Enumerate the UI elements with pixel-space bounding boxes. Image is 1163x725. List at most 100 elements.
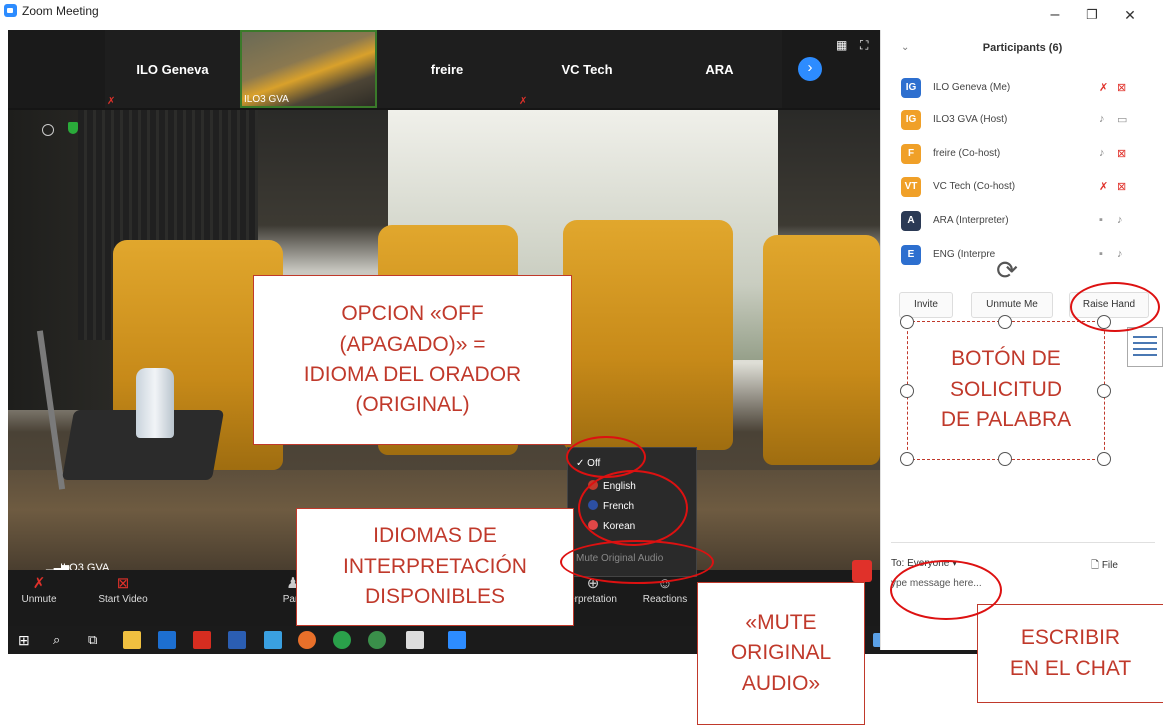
- rotate-handle-icon[interactable]: ⟳: [990, 255, 1024, 289]
- participant-name: VC Tech (Co-host): [933, 181, 1016, 192]
- unmute-button[interactable]: ✗ Unmute: [8, 574, 84, 605]
- highlight-circle: [1070, 282, 1160, 332]
- participant-row[interactable]: E ENG (Interpre ▪ ♪: [901, 245, 1151, 267]
- title-bar: Zoom Meeting – ❐ ✕: [0, 0, 1163, 30]
- participant-row[interactable]: IG ILO Geneva (Me) ✗ ⊠: [901, 78, 1151, 100]
- resize-handle[interactable]: [998, 315, 1012, 329]
- video-off-icon: ⊠: [116, 575, 130, 592]
- video-off-icon: ⊠: [1117, 181, 1127, 193]
- thumbnail-ilo-geneva[interactable]: ILO Geneva ✗: [105, 30, 240, 108]
- avatar: A: [901, 211, 921, 231]
- mic-muted-icon: ✗: [32, 575, 46, 592]
- next-page-icon[interactable]: ›: [798, 57, 822, 81]
- mic-muted-icon: ✗: [1099, 181, 1109, 193]
- start-video-button[interactable]: ⊠ Start Video: [78, 574, 168, 605]
- thumbnail-name: ARA: [705, 62, 734, 77]
- mic-icon: ♪: [1117, 214, 1123, 226]
- word-icon[interactable]: [228, 631, 246, 649]
- close-button[interactable]: ✕: [1115, 4, 1145, 26]
- mic-icon: ♪: [1117, 248, 1123, 260]
- info-icon[interactable]: [42, 124, 54, 136]
- avatar: F: [901, 144, 921, 164]
- gallery-view-icon[interactable]: ▦: [836, 38, 847, 52]
- start-video-label: Start Video: [98, 594, 148, 605]
- mic-muted-icon: ✗: [107, 96, 116, 107]
- avatar: IG: [901, 78, 921, 98]
- participant-name: ENG (Interpre: [933, 249, 996, 260]
- participant-name: freire (Co-host): [933, 148, 1001, 159]
- highlight-circle: [560, 540, 714, 584]
- zoom-logo-icon: [4, 4, 17, 17]
- thumbnail-name: VC Tech: [561, 62, 613, 77]
- end-meeting-button[interactable]: [852, 560, 872, 582]
- resize-handle[interactable]: [998, 452, 1012, 466]
- avatar: E: [901, 245, 921, 265]
- chat-file-label: File: [1101, 560, 1118, 571]
- outlook-icon[interactable]: [158, 631, 176, 649]
- thumbnail-freire[interactable]: freire: [377, 30, 517, 108]
- video-water-bottle: [136, 368, 174, 438]
- resize-handle[interactable]: [1097, 384, 1111, 398]
- app-icon[interactable]: [406, 631, 424, 649]
- windows-start-icon[interactable]: ⊞: [18, 631, 36, 649]
- participant-name: ILO Geneva (Me): [933, 82, 1011, 93]
- annotation-raise-hand: BOTÓN DE SOLICITUD DE PALABRA: [940, 347, 1072, 432]
- resize-handle[interactable]: [900, 315, 914, 329]
- thumbnail-ilo3-gva[interactable]: ILO3 GVA: [240, 30, 377, 108]
- annotation-languages: IDIOMAS DE INTERPRETACIÓN DISPONIBLES: [296, 508, 574, 626]
- thumbnail-label: ILO3 GVA: [244, 94, 289, 105]
- file-explorer-icon[interactable]: [123, 631, 141, 649]
- interpretation-label: erpretation: [569, 594, 617, 605]
- mic-muted-icon: ✗: [1099, 82, 1109, 94]
- thumbnail-name: ILO Geneva: [136, 62, 209, 77]
- fullscreen-icon[interactable]: ⛶: [860, 38, 868, 53]
- video-off-icon: ⊠: [1117, 82, 1127, 94]
- file-icon: 🗋: [1091, 560, 1100, 571]
- edge-icon[interactable]: [264, 631, 282, 649]
- participant-name: ARA (Interpreter): [933, 215, 1009, 226]
- unmute-me-button[interactable]: Unmute Me: [971, 292, 1053, 318]
- mic-muted-icon: ✗: [519, 96, 528, 107]
- layout-options-icon[interactable]: [1127, 327, 1163, 367]
- search-icon[interactable]: ⌕: [53, 631, 71, 649]
- firefox-icon[interactable]: [298, 631, 316, 649]
- chat-divider: [891, 542, 1155, 543]
- participant-row[interactable]: F freire (Co-host) ♪ ⊠: [901, 144, 1151, 166]
- participant-row[interactable]: VT VC Tech (Co-host) ✗ ⊠: [901, 177, 1151, 199]
- participant-name: ILO3 GVA (Host): [933, 114, 1008, 125]
- thumbnail-strip: ILO Geneva ✗ ILO3 GVA freire VC Tech ✗ A…: [8, 30, 880, 108]
- language-badge-icon: ▪: [1099, 248, 1103, 260]
- avatar: IG: [901, 110, 921, 130]
- participant-row[interactable]: A ARA (Interpreter) ▪ ♪: [901, 211, 1151, 233]
- video-chair: [763, 235, 880, 465]
- annotation-mute-original: «MUTE ORIGINAL AUDIO»: [697, 582, 865, 725]
- video-icon: ▭: [1117, 114, 1128, 126]
- resize-handle[interactable]: [900, 452, 914, 466]
- chat-file-button[interactable]: 🗋 File: [1091, 558, 1118, 575]
- participants-title: Participants (6): [982, 42, 1063, 54]
- window-title: Zoom Meeting: [22, 4, 99, 18]
- thumbnail-ara[interactable]: ARA: [657, 30, 782, 108]
- app-icon[interactable]: [368, 631, 386, 649]
- resize-handle[interactable]: [1097, 452, 1111, 466]
- language-badge-icon: ▪: [1099, 214, 1103, 226]
- zoom-taskbar-icon[interactable]: [448, 631, 466, 649]
- acrobat-icon[interactable]: [193, 631, 211, 649]
- resize-handle[interactable]: [900, 384, 914, 398]
- avatar: VT: [901, 177, 921, 197]
- mic-icon: ♪: [1099, 147, 1105, 159]
- task-view-icon[interactable]: ⧉: [88, 631, 106, 649]
- unmute-label: Unmute: [21, 594, 57, 605]
- video-chair: [563, 220, 733, 450]
- thumbnail-vc-tech[interactable]: VC Tech ✗: [517, 30, 657, 108]
- annotation-off-option: OPCION «OFF (APAGADO)» = IDIOMA DEL ORAD…: [253, 275, 572, 445]
- highlight-circle: [890, 560, 1002, 620]
- chrome-icon[interactable]: [333, 631, 351, 649]
- minimize-button[interactable]: –: [1040, 4, 1070, 26]
- participant-row[interactable]: IG ILO3 GVA (Host) ♪ ▭: [901, 110, 1151, 132]
- restore-button[interactable]: ❐: [1077, 4, 1107, 26]
- security-shield-icon[interactable]: [68, 122, 78, 134]
- thumbnail-name: freire: [430, 62, 464, 77]
- highlight-circle: [578, 470, 688, 546]
- mic-icon: ♪: [1099, 113, 1105, 125]
